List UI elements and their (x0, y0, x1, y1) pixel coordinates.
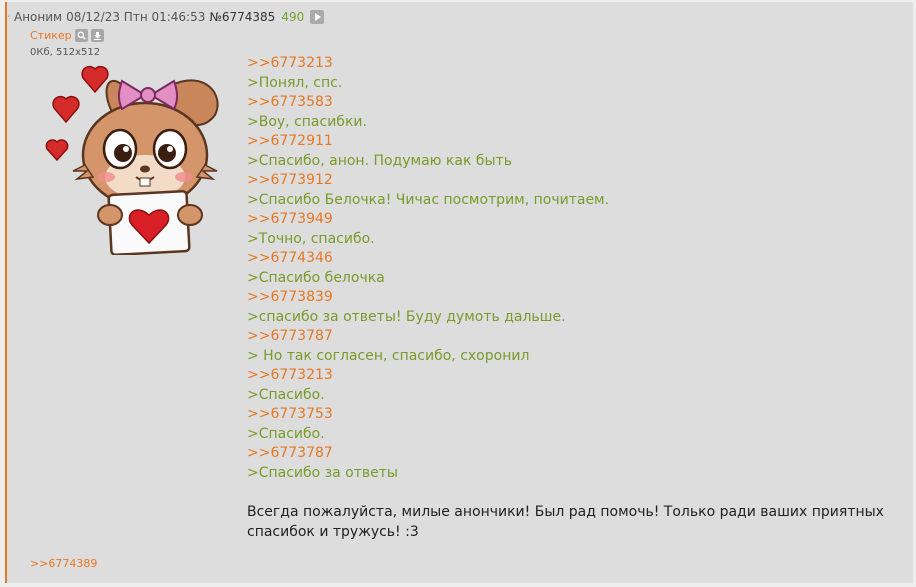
reply-link[interactable]: >>6773839 (247, 288, 887, 308)
squirrel-sticker-image[interactable] (40, 65, 230, 255)
quote-line: >Спасибо, анон. Подумаю как быть (247, 152, 512, 169)
quote-line: >Спасибо. (247, 386, 325, 403)
reply-link[interactable]: >>6773912 (247, 171, 887, 191)
search-icon[interactable] (74, 29, 88, 42)
quote-line: >Воу, спасибки. (247, 113, 367, 130)
file-name-link[interactable]: Стикер (30, 29, 72, 42)
reply-link[interactable]: >>6774346 (247, 249, 887, 269)
reply-link[interactable]: >>6773583 (247, 93, 887, 113)
quote-line: >Понял, спс. (247, 74, 343, 91)
reply-link[interactable]: >>6773787 (247, 444, 887, 464)
play-icon[interactable] (310, 10, 325, 24)
post-date: 08/12/23 Птн 01:46:53 (66, 10, 206, 24)
closing-text: Всегда пожалуйста, милые анончики! Был р… (247, 504, 884, 540)
quote-line: >Спасибо за ответы (247, 464, 398, 481)
reply-link[interactable]: >>6773213 (247, 366, 887, 386)
quote-line: >Точно, спасибо. (247, 230, 375, 247)
reply-link[interactable]: >>6773753 (247, 405, 887, 425)
reply-link[interactable]: >>6772911 (247, 132, 887, 152)
reply-link[interactable]: >>6773787 (247, 327, 887, 347)
quote-line: >Спасибо. (247, 425, 325, 442)
post-author: Аноним (14, 10, 63, 24)
post-header: Аноним 08/12/23 Птн 01:46:53 №6774385 49… (14, 9, 325, 25)
post-message: >>6773213 >Понял, спс. >>6773583 >Воу, с… (247, 54, 887, 542)
quote-line: >Спасибо Белочка! Чичас посмотрим, почит… (247, 191, 610, 208)
replies-link[interactable]: >>6774389 (30, 557, 97, 570)
post-corner-mark: · (7, 12, 11, 23)
download-icon[interactable] (90, 29, 104, 42)
quote-line: > Но так согласен, спасибо, схоронил (247, 347, 530, 364)
quote-line: >Спасибо белочка (247, 269, 385, 286)
post-number[interactable]: №6774385 (209, 10, 275, 24)
file-meta: 0Кб, 512x512 (30, 47, 101, 58)
reply-link[interactable]: >>6773213 (247, 54, 887, 74)
post: · Аноним 08/12/23 Птн 01:46:53 №6774385 … (5, 2, 913, 583)
reply-link[interactable]: >>6773949 (247, 210, 887, 230)
post-count: 490 (281, 10, 305, 24)
file-row: Стикер (30, 29, 104, 42)
quote-line: >спасибо за ответы! Буду думоть дальше. (247, 308, 566, 325)
